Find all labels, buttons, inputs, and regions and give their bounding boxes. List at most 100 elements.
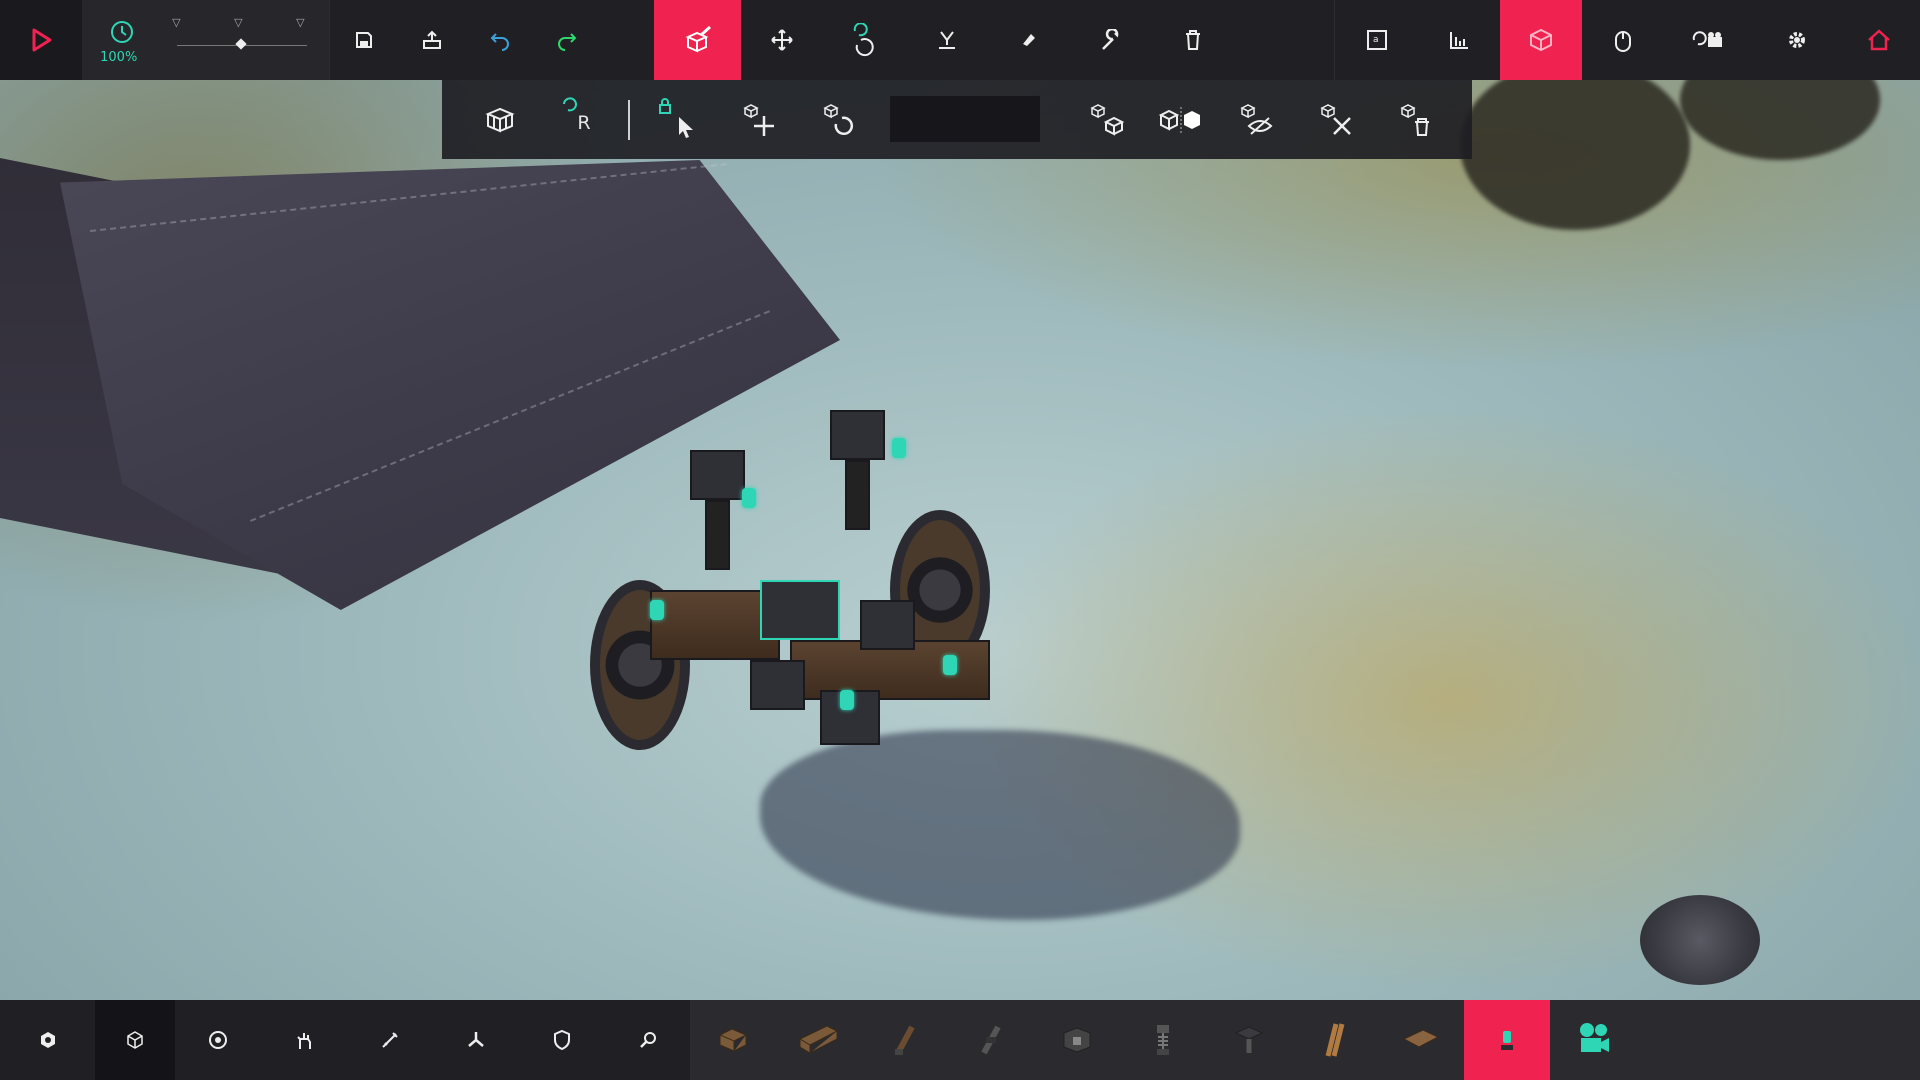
suspension-spring[interactable] xyxy=(845,460,870,530)
snap-tool-button[interactable] xyxy=(905,0,987,80)
save-button[interactable] xyxy=(330,0,398,80)
category-utility[interactable] xyxy=(519,1000,605,1080)
cube-view-button[interactable] xyxy=(1499,0,1582,80)
move-tool-button[interactable] xyxy=(741,0,823,80)
block-metal-rod[interactable] xyxy=(948,1000,1034,1080)
block-wooden-panel[interactable] xyxy=(1378,1000,1464,1080)
delete-selection-button[interactable] xyxy=(1382,80,1452,159)
snap-icon xyxy=(938,31,955,49)
dropdown-icon[interactable]: ▽ xyxy=(172,16,180,29)
block-brace[interactable] xyxy=(1206,1000,1292,1080)
play-icon xyxy=(32,28,52,52)
hide-button[interactable] xyxy=(1222,80,1292,159)
time-scale-label: 100% xyxy=(100,50,138,65)
refresh-icon xyxy=(563,97,577,112)
close-cube-icon xyxy=(1320,103,1351,135)
dropdown-icon[interactable]: ▽ xyxy=(296,16,304,29)
category-basic[interactable] xyxy=(0,1000,95,1080)
duplicate-cube-icon xyxy=(1090,103,1125,136)
ballast-icon xyxy=(1063,1027,1091,1053)
starting-block[interactable] xyxy=(760,580,840,640)
block-suspension[interactable] xyxy=(1120,1000,1206,1080)
block-wood-panel[interactable] xyxy=(1292,1000,1378,1080)
block-camera[interactable] xyxy=(1550,1000,1636,1080)
dropdown-icon[interactable]: ▽ xyxy=(234,16,242,29)
wooden-block-icon xyxy=(718,1028,748,1052)
block-ballast[interactable] xyxy=(1034,1000,1120,1080)
rotate-cube-icon xyxy=(823,103,854,135)
suspension-block[interactable] xyxy=(830,410,885,460)
wooden-rod-icon xyxy=(895,1025,915,1055)
svg-text:a: a xyxy=(1373,35,1379,45)
steering-block[interactable] xyxy=(860,600,915,650)
brace-icon xyxy=(1234,1026,1264,1053)
block-icon xyxy=(127,1031,143,1049)
block-pin[interactable] xyxy=(1464,1000,1550,1080)
game-viewport[interactable] xyxy=(0,0,1920,1080)
duplicate-button[interactable] xyxy=(1072,80,1142,159)
stats-icon xyxy=(1449,32,1468,49)
connection-point[interactable] xyxy=(840,690,854,710)
category-weapons[interactable] xyxy=(261,1000,347,1080)
wooden-panel-icon xyxy=(1402,1029,1440,1048)
camera-orbit-icon xyxy=(1692,31,1722,47)
camera-icon xyxy=(1580,1023,1609,1052)
steering-block[interactable] xyxy=(750,660,805,710)
rotate-tool-button[interactable] xyxy=(823,0,905,80)
pin-icon xyxy=(1501,1031,1513,1050)
category-automation[interactable] xyxy=(605,1000,691,1080)
cube-stack-icon xyxy=(485,107,515,132)
undo-button[interactable] xyxy=(466,0,534,80)
mouse-control-button[interactable] xyxy=(1582,0,1664,80)
connection-point[interactable] xyxy=(742,488,756,508)
time-controls: 100% ▽ ▽ ▽ xyxy=(82,0,329,80)
deselect-button[interactable] xyxy=(1302,80,1372,159)
stats-button[interactable] xyxy=(1418,0,1500,80)
load-button[interactable] xyxy=(398,0,466,80)
block-wooden-block[interactable] xyxy=(690,1000,776,1080)
sword-icon xyxy=(382,1032,398,1048)
propeller-icon xyxy=(468,1032,484,1047)
wheel-icon xyxy=(209,1031,227,1049)
pointer-select-button[interactable] xyxy=(642,80,712,159)
wrench-tool-button[interactable] xyxy=(1070,0,1152,80)
connection-point[interactable] xyxy=(943,655,957,675)
rotate-mode-button[interactable]: R xyxy=(542,80,612,159)
clock-icon[interactable] xyxy=(109,19,135,45)
block-wooden-rod[interactable] xyxy=(862,1000,948,1080)
camera-orbit-button[interactable] xyxy=(1664,0,1756,80)
home-button[interactable] xyxy=(1838,0,1920,80)
time-slider-knob[interactable] xyxy=(235,38,247,50)
mouse-icon xyxy=(1614,31,1631,52)
connection-point[interactable] xyxy=(892,438,906,458)
category-blocks[interactable] xyxy=(95,1000,175,1080)
select-all-button[interactable] xyxy=(465,80,535,159)
connection-point[interactable] xyxy=(650,600,664,620)
block-search-field[interactable] xyxy=(890,96,1040,142)
delete-tool-button[interactable] xyxy=(1152,0,1234,80)
paint-tool-button[interactable] xyxy=(988,0,1070,80)
move-selection-button[interactable] xyxy=(725,80,795,159)
wrench-icon xyxy=(1101,29,1119,50)
magnifier-icon xyxy=(640,1032,656,1048)
build-icon xyxy=(685,25,711,53)
toggle-solid-button[interactable] xyxy=(1147,80,1217,159)
cube-view-icon xyxy=(1529,28,1552,52)
move-cube-icon xyxy=(743,103,774,136)
text-tool-button[interactable]: a xyxy=(1335,0,1417,80)
play-button[interactable] xyxy=(0,0,83,80)
redo-button[interactable] xyxy=(533,0,601,80)
build-tool-button[interactable] xyxy=(654,0,742,80)
category-flight[interactable] xyxy=(347,1000,433,1080)
block-wooden-pole[interactable] xyxy=(776,1000,862,1080)
category-armour[interactable] xyxy=(433,1000,519,1080)
suspension-spring[interactable] xyxy=(705,500,730,570)
settings-button[interactable] xyxy=(1756,0,1838,80)
move-icon xyxy=(771,29,793,51)
hide-eye-icon xyxy=(1240,103,1273,135)
suspension-block[interactable] xyxy=(690,450,745,500)
player-machine[interactable] xyxy=(590,400,1010,760)
category-mechanical[interactable] xyxy=(175,1000,261,1080)
rotate-selection-button[interactable] xyxy=(805,80,875,159)
undo-icon xyxy=(490,33,509,51)
